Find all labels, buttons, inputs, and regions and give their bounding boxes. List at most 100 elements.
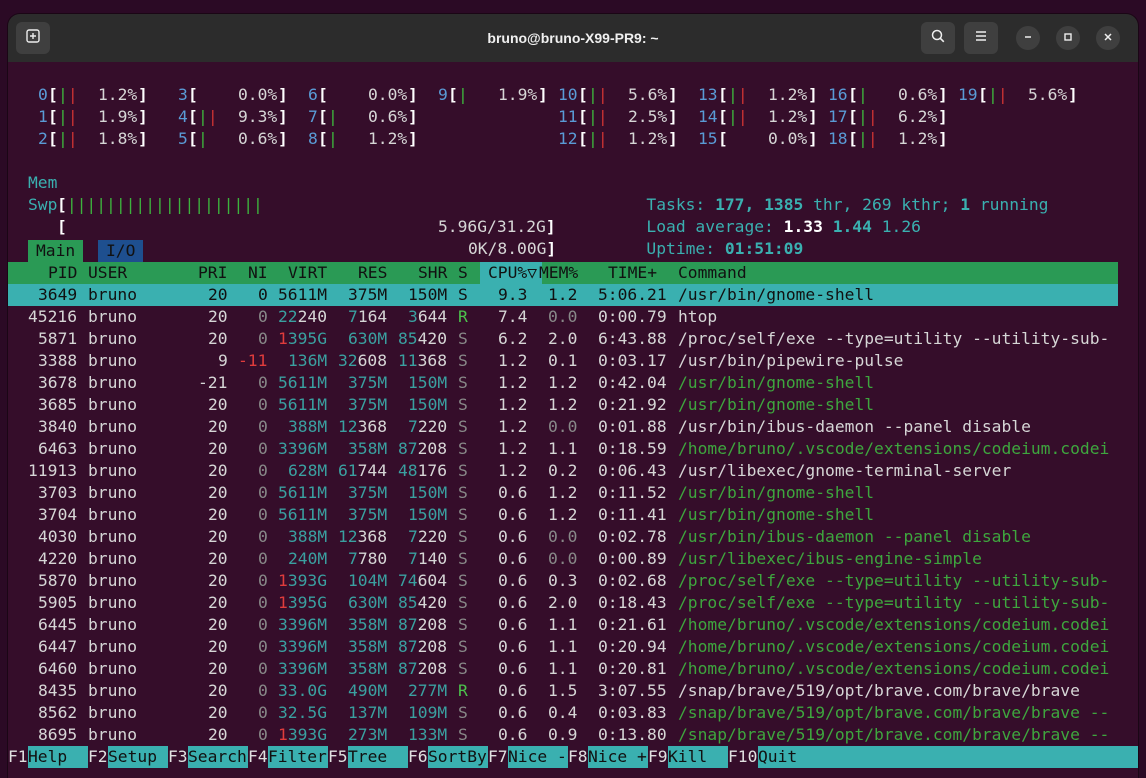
cell-state: S	[458, 725, 468, 744]
cell-virt: 5611M	[278, 373, 328, 392]
cpu-bar: ||	[728, 107, 748, 126]
fkey-f6-label[interactable]: SortBy	[428, 746, 488, 768]
fkey-f3-label[interactable]: Search	[188, 746, 248, 768]
tab-main[interactable]: Main	[28, 240, 84, 262]
cpu-meter-7: 7[| 0.6%]	[298, 106, 428, 128]
new-tab-button[interactable]	[16, 22, 50, 54]
fkey-f8-key[interactable]: F8	[568, 746, 588, 768]
table-row[interactable]: 6463 bruno 20 0 3396M 358M 87208 S 1.2 1.1 0:18.59…	[8, 438, 1118, 460]
fkey-f7-label[interactable]: Nice -	[508, 746, 568, 768]
fkey-f1-key[interactable]: F1	[8, 746, 28, 768]
cpu-bracket-close: ]	[138, 85, 148, 104]
table-row[interactable]: 8562 bruno 20 0 32.5G 137M 109M S 0.6 0.4 0:03.83 /…	[8, 702, 1118, 724]
cell-mem: 0.1	[548, 351, 578, 370]
cell-pid: 5871	[38, 329, 78, 348]
fkey-f9-label[interactable]: Kill	[668, 746, 728, 768]
menu-button[interactable]	[964, 22, 998, 54]
table-row[interactable]: 8435 bruno 20 0 33.0G 490M 277M R 0.6 1.5 3:07.55 /…	[8, 680, 1118, 702]
cell-time: 0:42.04	[598, 373, 667, 392]
cpu-percent: 5.6%	[628, 85, 668, 104]
table-row[interactable]: 3840 bruno 20 0 388M 12368 7220 S 1.2 0.0 0:01.88 /…	[8, 416, 1118, 438]
col-shr[interactable]: SHR	[418, 262, 447, 284]
cell-res: 490M	[348, 681, 388, 700]
fkey-f10-key[interactable]: F10	[728, 746, 757, 768]
cell-shr: 7140	[408, 549, 448, 568]
col-pri[interactable]: PRI	[198, 262, 227, 284]
tab-io[interactable]: I/O	[98, 240, 144, 262]
cpu-bracket-open: [	[718, 129, 728, 148]
fkey-f7-key[interactable]: F7	[488, 746, 508, 768]
fkey-f5-key[interactable]: F5	[328, 746, 348, 768]
col-s[interactable]: S	[458, 262, 468, 284]
fkey-f5-label[interactable]: Tree	[348, 746, 408, 768]
terminal-content[interactable]: 0[|| 1.2%] 1[|| 1.9%] 2[|| 1.8%] 3[0.0%] 4[|| 9.…	[8, 62, 1138, 778]
table-row[interactable]: 6445 bruno 20 0 3396M 358M 87208 S 0.6 1.1 0:21.61…	[8, 614, 1118, 636]
fkey-f9-key[interactable]: F9	[648, 746, 668, 768]
close-button[interactable]	[1096, 26, 1120, 50]
cpu-percent: 0.0%	[368, 85, 408, 104]
table-row[interactable]: 11913 bruno 20 0 628M 61744 48176 S 1.2 0.2 0:06.4…	[8, 460, 1118, 482]
fkey-f4-key[interactable]: F4	[248, 746, 268, 768]
cell-pid: 3388	[38, 351, 78, 370]
col-time[interactable]: TIME+	[608, 262, 657, 284]
col-res[interactable]: RES	[358, 262, 387, 284]
fkey-f10-label[interactable]: Quit	[758, 746, 818, 768]
table-row[interactable]: 3703 bruno 20 0 5611M 375M 150M S 0.6 1.2 0:11.52 /…	[8, 482, 1118, 504]
col-user[interactable]: USER	[88, 262, 127, 284]
table-row[interactable]: 8695 bruno 20 0 1393G 273M 133M S 0.6 0.9 0:13.80 /…	[8, 724, 1118, 746]
minimize-button[interactable]	[1016, 26, 1040, 50]
cpu-bracket-open: [	[718, 85, 728, 104]
cell-ni: 0	[258, 527, 268, 546]
cpu-meter-9: 9[| 1.9%]	[428, 84, 558, 106]
fkey-f1-label[interactable]: Help	[28, 746, 88, 768]
cpu-percent: 6.2%	[898, 107, 938, 126]
table-row[interactable]: 4030 bruno 20 0 388M 12368 7220 S 0.6 0.0 0:02.78 /…	[8, 526, 1118, 548]
cell-pid: 11913	[28, 461, 78, 480]
table-row[interactable]: 6460 bruno 20 0 3396M 358M 87208 S 0.6 1.1 0:20.81…	[8, 658, 1118, 680]
fkey-f3-key[interactable]: F3	[168, 746, 188, 768]
cell-user: bruno	[88, 285, 138, 304]
cpu-percent: 9.3%	[238, 107, 278, 126]
col-pid[interactable]: PID	[48, 262, 77, 284]
fkey-f4-label[interactable]: Filter	[268, 746, 328, 768]
cell-state: R	[458, 307, 468, 326]
maximize-button[interactable]	[1056, 26, 1080, 50]
cell-user: bruno	[88, 571, 138, 590]
col-mem[interactable]: MEM%	[539, 262, 578, 284]
table-row[interactable]: 45216 bruno 20 0 22240 7164 3644 R 7.4 0.0 0:00.79…	[8, 306, 1118, 328]
cell-pri: 20	[208, 395, 228, 414]
cell-pri: 20	[208, 659, 228, 678]
cell-ni: 0	[258, 307, 268, 326]
cpu-id: 10	[558, 85, 578, 104]
table-row[interactable]: 3678 bruno -21 0 5611M 375M 150M S 1.2 1.2 0:42.04…	[8, 372, 1118, 394]
table-row[interactable]: 3649 bruno 20 0 5611M 375M 150M S 9.3 1.2 5:06.21 /…	[8, 284, 1118, 306]
table-row[interactable]: 5871 bruno 20 0 1395G 630M 85420 S 6.2 2.0 6:43.88…	[8, 328, 1118, 350]
cell-state: S	[458, 637, 468, 656]
table-row[interactable]: 6447 bruno 20 0 3396M 358M 87208 S 0.6 1.1 0:20.94…	[8, 636, 1118, 658]
table-row[interactable]: 3388 bruno 9 -11 136M 32608 11368 S 1.2 0.1 0:03.1…	[8, 350, 1118, 372]
fkey-f2-label[interactable]: Setup	[108, 746, 168, 768]
cell-state: S	[458, 659, 468, 678]
cell-state: S	[458, 417, 468, 436]
col-command[interactable]: Command	[678, 262, 747, 284]
cell-time: 0:03.83	[598, 703, 667, 722]
table-row[interactable]: 4220 bruno 20 0 240M 7780 7140 S 0.6 0.0 0:00.89/u…	[8, 548, 1118, 570]
cell-shr: 3644	[408, 307, 448, 326]
table-row[interactable]: 5905 bruno 20 0 1395G 630M 85420 S 0.6 2.0 0:18.43…	[8, 592, 1118, 614]
col-virt[interactable]: VIRT	[288, 262, 327, 284]
search-button[interactable]	[921, 22, 955, 54]
table-row[interactable]: 5870 bruno 20 0 1393G 104M 74604 S 0.6 0.3 0:02.68…	[8, 570, 1118, 592]
fkey-f8-label[interactable]: Nice +	[588, 746, 648, 768]
fkey-f2-key[interactable]: F2	[88, 746, 108, 768]
cpu-bracket-open: [	[318, 85, 328, 104]
table-row[interactable]: 3685 bruno 20 0 5611M 375M 150M S 1.2 1.2 0:21.92 /…	[8, 394, 1118, 416]
cpu-bar: ||	[58, 107, 78, 126]
table-row[interactable]: 3704 bruno 20 0 5611M 375M 150M S 0.6 1.2 0:11.41 /…	[8, 504, 1118, 526]
cell-user: bruno	[88, 527, 138, 546]
fkey-f6-key[interactable]: F6	[408, 746, 428, 768]
cpu-meter-5: 5[| 0.6%]	[168, 128, 298, 150]
cpu-bracket-close: ]	[408, 129, 418, 148]
col-ni[interactable]: NI	[248, 262, 268, 284]
cell-virt: 3396M	[278, 615, 328, 634]
col-cpu[interactable]: CPU%▽	[488, 262, 537, 284]
